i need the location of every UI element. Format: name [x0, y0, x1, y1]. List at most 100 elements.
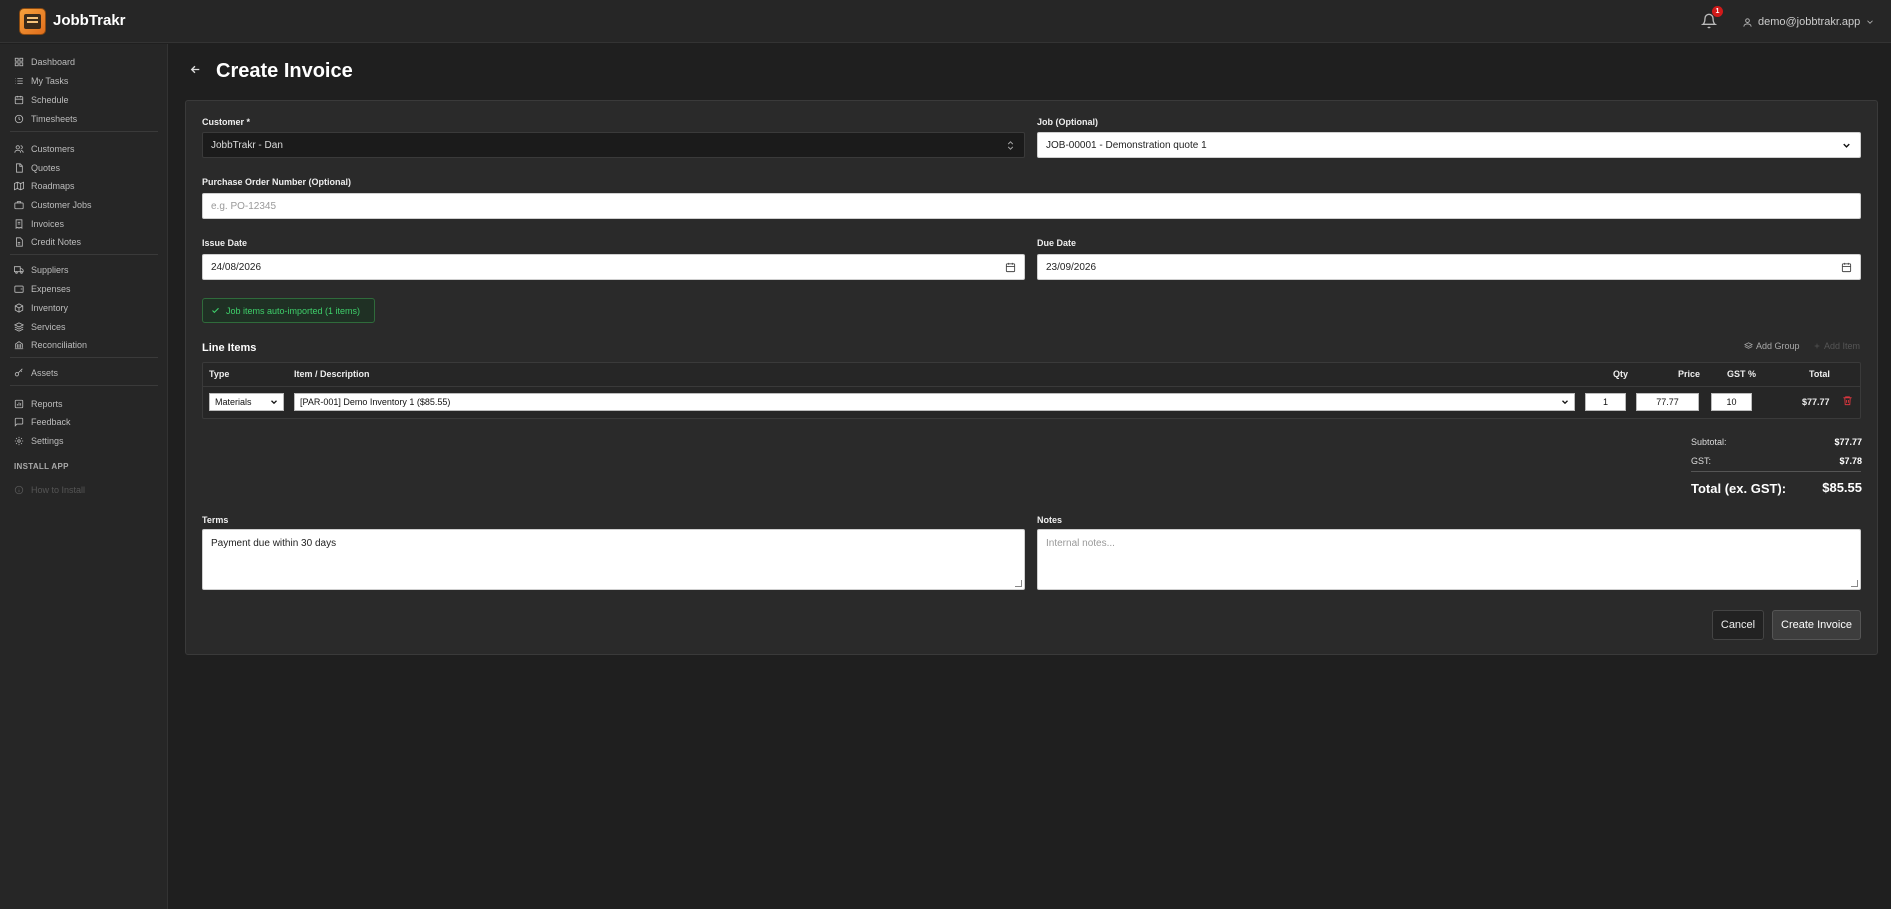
sidebar-item-reports[interactable]: Reports [14, 396, 63, 412]
grid-icon [14, 57, 24, 67]
sidebar-item-label: Timesheets [31, 114, 78, 124]
sidebar-item-assets[interactable]: Assets [14, 365, 58, 381]
line-qty-input[interactable]: 1 [1585, 393, 1626, 411]
issue-date-label: Issue Date [202, 238, 248, 248]
sidebar-item-label: Settings [31, 436, 64, 446]
sidebar-item-my-tasks[interactable]: My Tasks [14, 73, 68, 89]
sidebar-item-label: Invoices [31, 219, 65, 229]
document-icon [16, 163, 23, 173]
list-icon [15, 78, 23, 84]
header-price: Price [1678, 369, 1701, 379]
terms-value: Payment due within 30 days [211, 538, 337, 549]
sidebar: Dashboard My Tasks Schedule Timesheets C… [0, 44, 168, 909]
create-invoice-button[interactable]: Create Invoice [1772, 610, 1861, 640]
sidebar-item-quotes[interactable]: Quotes [14, 160, 60, 176]
sidebar-item-schedule[interactable]: Schedule [14, 92, 69, 108]
chevron-down-icon [1843, 143, 1850, 148]
calendar-icon[interactable] [1841, 262, 1852, 273]
layers-icon [1744, 341, 1753, 349]
issue-date-input[interactable]: 24/08/2026 [202, 254, 1025, 280]
terms-textarea[interactable]: Payment due within 30 days [202, 529, 1025, 590]
gst-label: GST: [1691, 456, 1712, 466]
resize-handle[interactable] [1851, 580, 1858, 587]
wallet-icon [14, 285, 24, 293]
sidebar-item-label: Inventory [31, 303, 69, 313]
sidebar-item-label: Reports [31, 399, 63, 409]
sidebar-item-label: Customer Jobs [31, 200, 92, 210]
add-group-button[interactable]: Add Group [1744, 341, 1800, 351]
sidebar-item-reconciliation[interactable]: Reconciliation [14, 337, 87, 353]
cancel-button[interactable]: Cancel [1712, 610, 1764, 640]
sidebar-item-invoices[interactable]: Invoices [14, 216, 64, 232]
notes-label: Notes [1037, 515, 1063, 525]
user-menu[interactable]: demo@jobbtrakr.app [1742, 14, 1875, 30]
subtotal-label: Subtotal: [1691, 437, 1727, 447]
info-icon [14, 485, 24, 495]
sidebar-item-label: Dashboard [31, 57, 76, 67]
app-title[interactable]: JobbTrakr [53, 12, 126, 29]
notes-textarea[interactable]: Internal notes... [1037, 529, 1861, 590]
line-item-select[interactable]: [PAR-001] Demo Inventory 1 ($85.55) [294, 393, 1575, 411]
po-number-placeholder: e.g. PO-12345 [211, 200, 277, 212]
package-icon [14, 303, 24, 313]
line-items-title: Line Items [202, 342, 257, 354]
line-price-input[interactable]: 77.77 [1636, 393, 1699, 411]
calendar-icon [14, 95, 24, 105]
sidebar-item-customers[interactable]: Customers [14, 141, 75, 157]
sidebar-item-feedback[interactable]: Feedback [14, 414, 71, 430]
sidebar-item-settings[interactable]: Settings [14, 433, 64, 449]
briefcase-icon [14, 201, 24, 210]
nav-divider [10, 131, 158, 132]
sidebar-item-roadmaps[interactable]: Roadmaps [14, 178, 75, 194]
po-number-input[interactable]: e.g. PO-12345 [202, 193, 1861, 219]
line-gst-input[interactable]: 10 [1711, 393, 1752, 411]
gear-icon [14, 436, 24, 446]
sidebar-item-dashboard[interactable]: Dashboard [14, 54, 75, 70]
po-number-label: Purchase Order Number (Optional) [202, 177, 352, 187]
gst-value: $7.78 [1839, 456, 1862, 466]
customer-select[interactable]: JobbTrakr - Dan [202, 132, 1025, 158]
file-icon [16, 237, 23, 247]
job-select[interactable]: JOB-00001 - Demonstration quote 1 [1037, 132, 1861, 158]
job-value: JOB-00001 - Demonstration quote 1 [1046, 139, 1207, 151]
add-item-button[interactable]: Add Item [1813, 341, 1860, 351]
sidebar-item-timesheets[interactable]: Timesheets [14, 111, 77, 127]
total-value: $85.55 [1822, 480, 1862, 495]
customer-value: JobbTrakr - Dan [211, 139, 283, 151]
sidebar-item-customer-jobs[interactable]: Customer Jobs [14, 197, 92, 213]
truck-icon [14, 266, 24, 274]
auto-import-notice: Job items auto-imported (1 items) [202, 298, 375, 323]
resize-handle[interactable] [1015, 580, 1022, 587]
trash-icon[interactable] [1842, 395, 1853, 406]
chevron-down-icon [1867, 20, 1874, 24]
summary-divider [1691, 471, 1861, 472]
how-to-install-label: How to Install [31, 485, 86, 495]
notification-badge: 1 [1712, 6, 1723, 17]
app-logo[interactable] [19, 8, 46, 35]
calendar-icon[interactable] [1005, 262, 1016, 273]
plus-icon [1814, 343, 1820, 349]
auto-import-text: Job items auto-imported (1 items) [226, 305, 361, 316]
sidebar-item-suppliers[interactable]: Suppliers [14, 262, 69, 278]
sidebar-item-label: Roadmaps [31, 181, 75, 191]
user-icon [1743, 17, 1752, 27]
line-qty-value: 1 [1602, 397, 1608, 407]
back-arrow-icon[interactable] [189, 63, 202, 79]
line-item-value: [PAR-001] Demo Inventory 1 ($85.55) [300, 397, 451, 407]
clock-icon [14, 114, 24, 124]
sidebar-item-services[interactable]: Services [14, 319, 66, 335]
due-date-input[interactable]: 23/09/2026 [1037, 254, 1861, 280]
logo-mark [24, 14, 41, 29]
header-qty: Qty [1613, 369, 1629, 379]
sidebar-item-expenses[interactable]: Expenses [14, 281, 71, 297]
nav-divider [10, 357, 158, 358]
total-label: Total (ex. GST): [1691, 481, 1787, 496]
how-to-install-link[interactable]: How to Install [14, 485, 85, 495]
install-app-title: INSTALL APP [14, 462, 69, 471]
line-type-select[interactable]: Materials [209, 393, 284, 411]
sidebar-item-credit-notes[interactable]: Credit Notes [14, 234, 81, 250]
header-total: Total [1809, 369, 1830, 379]
header-gst: GST % [1727, 369, 1757, 379]
top-bar: JobbTrakr 1 demo@jobbtrakr.app [0, 0, 1891, 43]
sidebar-item-inventory[interactable]: Inventory [14, 300, 68, 316]
